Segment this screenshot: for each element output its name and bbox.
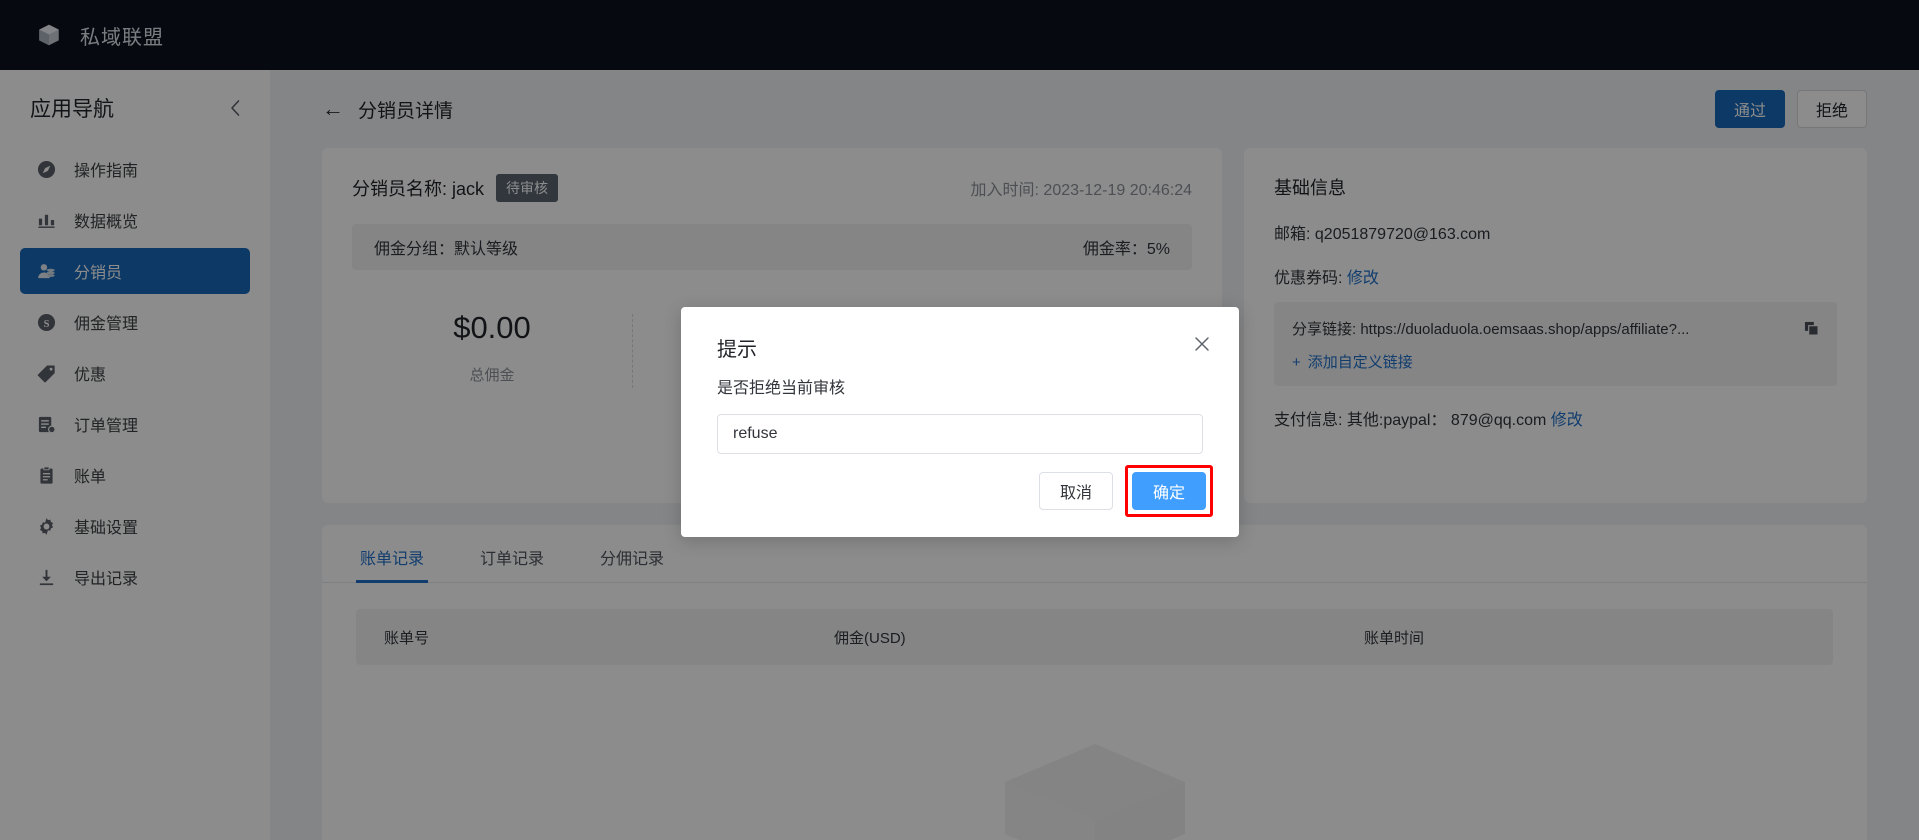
reject-reason-input[interactable] bbox=[717, 414, 1203, 454]
confirm-button-highlight: 确定 bbox=[1124, 465, 1213, 517]
dialog-body: 是否拒绝当前审核 bbox=[681, 362, 1239, 454]
dialog-footer: 取消 确定 bbox=[1038, 465, 1213, 517]
dialog-title: 提示 bbox=[717, 339, 757, 361]
confirm-button[interactable]: 确定 bbox=[1131, 472, 1206, 510]
dialog-header: 提示 bbox=[681, 307, 1239, 362]
confirm-dialog: 提示 是否拒绝当前审核 取消 确定 bbox=[681, 307, 1239, 537]
dialog-message: 是否拒绝当前审核 bbox=[717, 380, 846, 397]
cancel-button[interactable]: 取消 bbox=[1038, 472, 1113, 510]
app-root: 私域联盟 应用导航 操作指南 数据概览 分销员 S 佣金管理 优惠 订单管理 账… bbox=[0, 0, 1919, 840]
close-icon[interactable] bbox=[1191, 333, 1213, 355]
